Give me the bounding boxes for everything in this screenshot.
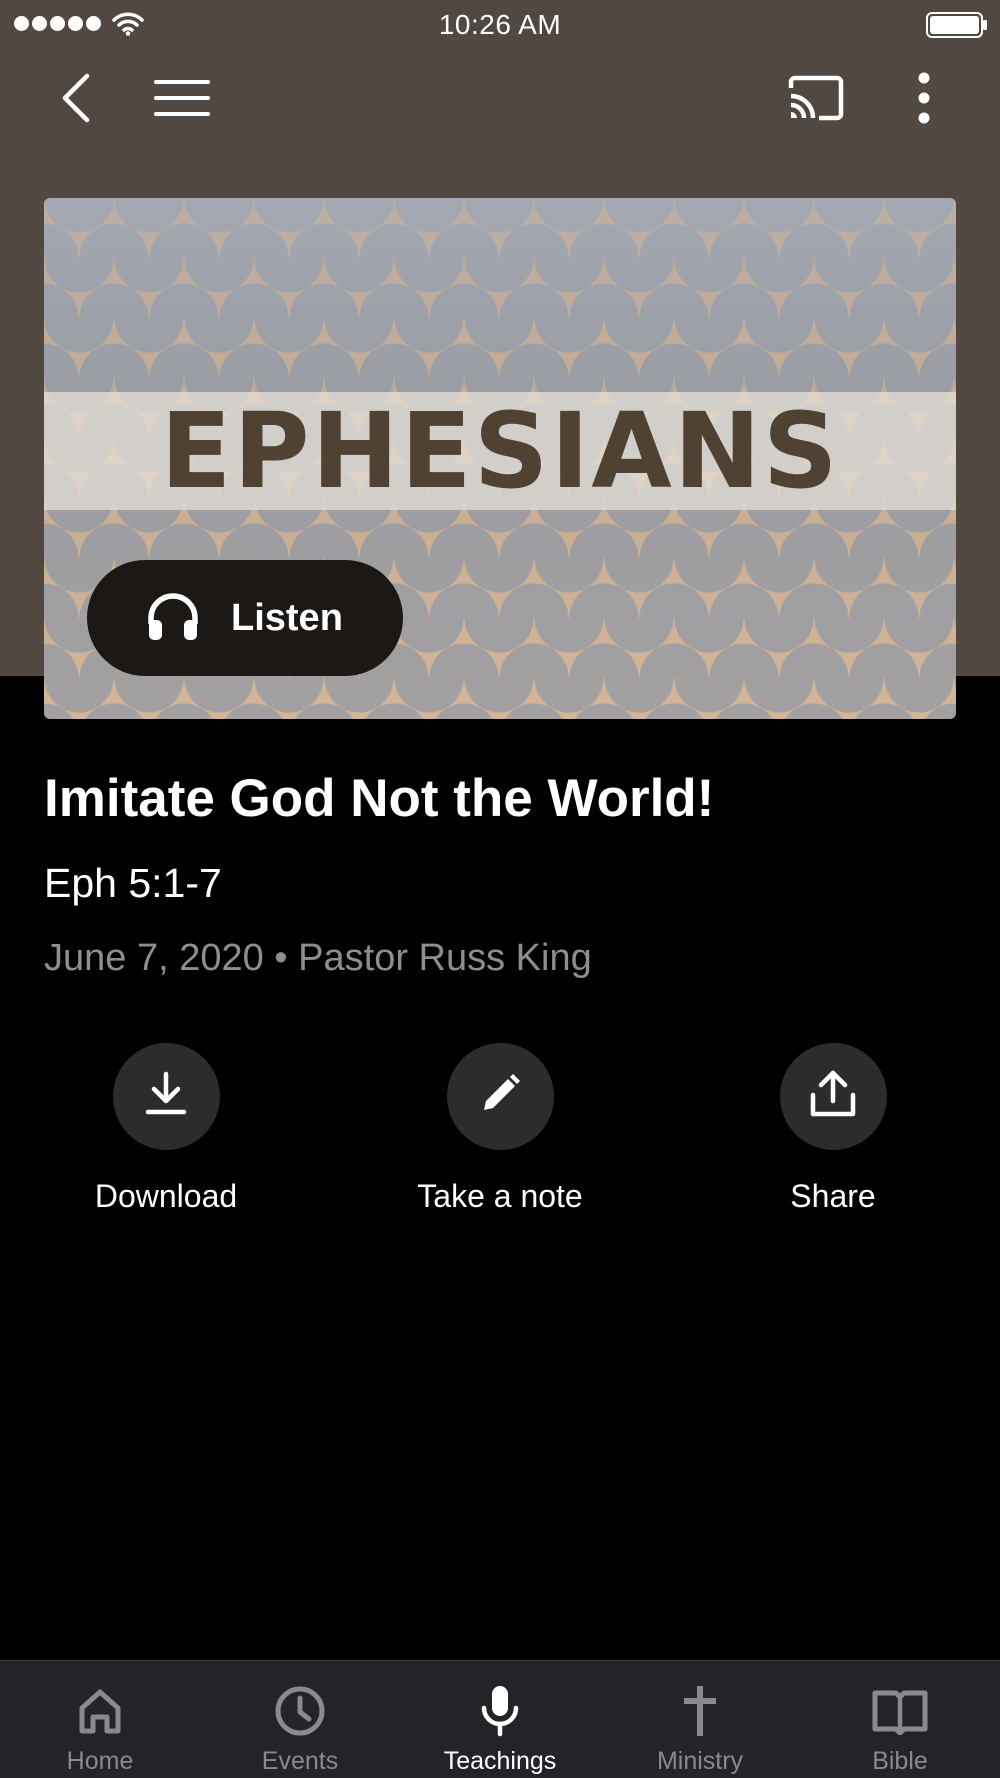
status-bar: 10:26 AM xyxy=(0,0,1000,50)
tab-home[interactable]: Home xyxy=(0,1661,200,1778)
take-note-action[interactable]: Take a note xyxy=(380,1043,620,1215)
clock-icon xyxy=(273,1681,327,1741)
back-icon xyxy=(59,72,93,129)
battery-icon xyxy=(926,12,988,43)
menu-button[interactable] xyxy=(150,72,214,128)
share-label: Share xyxy=(790,1178,876,1214)
listen-label: Listen xyxy=(231,596,343,639)
tab-bible-label: Bible xyxy=(872,1747,928,1775)
tab-teachings-label: Teachings xyxy=(443,1747,557,1775)
series-title: EPHESIANS xyxy=(160,390,840,512)
tab-events[interactable]: Events xyxy=(200,1661,400,1778)
cast-button[interactable] xyxy=(784,70,848,130)
download-label: Download xyxy=(94,1178,238,1214)
series-artwork: EPHESIANS Listen xyxy=(44,198,956,719)
cross-icon xyxy=(680,1681,720,1741)
download-button[interactable] xyxy=(112,1043,220,1150)
book-icon xyxy=(871,1681,929,1741)
status-time: 10:26 AM xyxy=(438,9,562,40)
share-button[interactable] xyxy=(779,1043,887,1150)
sermon-title: Imitate God Not the World! xyxy=(44,769,715,828)
sermon-detail-screen: 10:26 AM EPHESIANS Listen Imitate God No… xyxy=(0,0,1000,1778)
microphone-icon xyxy=(480,1681,520,1741)
tab-teachings[interactable]: Teachings xyxy=(400,1661,600,1778)
tab-bible[interactable]: Bible xyxy=(800,1661,1000,1778)
more-options-button[interactable] xyxy=(900,70,948,130)
tab-events-label: Events xyxy=(261,1747,339,1775)
sermon-date-speaker: June 7, 2020 • Pastor Russ King xyxy=(44,937,592,979)
take-note-button[interactable] xyxy=(446,1043,554,1150)
download-action[interactable]: Download xyxy=(46,1043,286,1215)
share-action[interactable]: Share xyxy=(713,1043,953,1215)
pencil-icon xyxy=(478,1072,522,1121)
share-icon xyxy=(809,1069,857,1124)
take-note-label: Take a note xyxy=(417,1178,583,1214)
headphones-icon xyxy=(145,590,201,647)
tab-home-label: Home xyxy=(66,1747,134,1775)
tab-bar: Home Events Teachings Ministry Bible xyxy=(0,1660,1000,1778)
cast-icon xyxy=(787,74,845,127)
tab-ministry-label: Ministry xyxy=(656,1747,744,1775)
scripture-reference: Eph 5:1-7 xyxy=(44,860,222,906)
listen-button[interactable]: Listen xyxy=(87,560,403,676)
home-icon xyxy=(76,1681,124,1741)
tab-ministry[interactable]: Ministry xyxy=(600,1661,800,1778)
back-button[interactable] xyxy=(48,72,104,128)
download-icon xyxy=(144,1070,188,1123)
more-vertical-icon xyxy=(917,72,931,129)
hamburger-menu-icon xyxy=(154,78,210,123)
